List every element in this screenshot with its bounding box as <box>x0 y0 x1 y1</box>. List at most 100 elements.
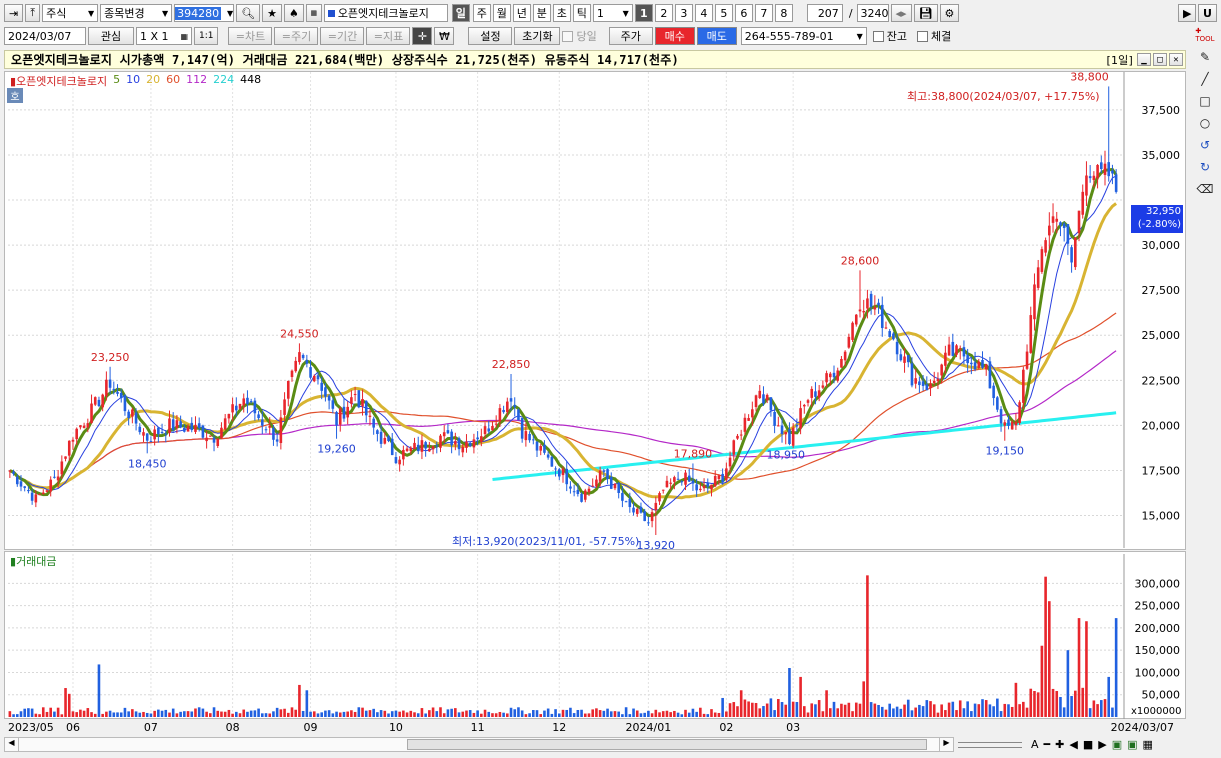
volume-bar <box>405 712 409 717</box>
volume-bar <box>45 711 49 717</box>
candle-body <box>38 494 41 496</box>
scroll-thumb[interactable] <box>407 739 927 750</box>
volume-bar <box>973 703 977 717</box>
user-button[interactable]: U <box>1198 4 1217 22</box>
candle-body <box>602 470 606 472</box>
export-icon[interactable]: ▣ <box>1127 738 1137 751</box>
volume-bar <box>8 711 12 717</box>
volume-bar <box>153 710 156 717</box>
bottom-scrollbar[interactable]: ◀ ▶ <box>4 737 954 752</box>
candle-body <box>64 456 67 459</box>
volume-bar <box>895 706 899 717</box>
volume-bar <box>932 704 936 717</box>
volume-bar <box>795 701 799 717</box>
plus-icon[interactable]: ✚ <box>1055 738 1064 751</box>
volume-bar <box>1085 621 1088 717</box>
candle-body <box>23 486 27 488</box>
volume-tick-label: 150,000 <box>1135 644 1181 657</box>
stop-icon[interactable]: ■ <box>1083 738 1093 751</box>
candle-body <box>93 397 97 405</box>
volume-bar <box>413 712 416 717</box>
candle-body <box>892 333 895 340</box>
volume-bar <box>854 702 858 717</box>
hoga-button[interactable]: 호 <box>7 88 23 103</box>
volume-bar <box>739 690 743 717</box>
eraser-icon[interactable]: ✎ <box>1193 46 1217 68</box>
volume-bar <box>892 708 895 717</box>
grid-icon[interactable]: ▦ <box>1143 738 1153 751</box>
volume-bar <box>546 708 550 717</box>
candle-body <box>532 439 535 441</box>
tool-menu-icon[interactable]: ✚ TOOL <box>1193 24 1217 46</box>
scroll-left-icon[interactable]: ◀ <box>5 738 19 751</box>
redo-icon[interactable]: ↻ <box>1193 156 1217 178</box>
font-a-icon[interactable]: A <box>1031 738 1039 751</box>
candle-body <box>817 390 821 398</box>
volume-bar <box>765 703 769 717</box>
candle-body <box>279 417 283 444</box>
candle-body <box>268 426 272 428</box>
volume-bar <box>1014 682 1018 717</box>
volume-bar <box>186 711 190 717</box>
volume-bar <box>587 713 591 717</box>
volume-bar <box>877 704 880 717</box>
volume-bar <box>617 711 620 717</box>
volume-bar <box>1107 676 1111 717</box>
volume-bar <box>450 708 453 717</box>
volume-bar <box>209 713 212 717</box>
volume-bar <box>491 713 494 717</box>
volume-bar <box>157 709 160 717</box>
volume-bar <box>175 713 179 717</box>
candle-body <box>290 370 294 377</box>
candle-body <box>387 436 390 441</box>
volume-bar <box>843 704 847 717</box>
next-icon[interactable]: ▶ <box>1098 738 1106 751</box>
rectangle-tool-icon[interactable]: □ <box>1193 90 1217 112</box>
candle-body <box>119 392 123 399</box>
minus-icon[interactable]: ━ <box>1044 738 1051 751</box>
candle-body <box>992 385 995 399</box>
volume-bar <box>1081 687 1085 717</box>
excel-icon[interactable]: ▣ <box>1112 738 1122 751</box>
candle-body <box>30 492 34 501</box>
volume-bar <box>517 707 520 717</box>
volume-bar <box>509 707 513 717</box>
volume-bar <box>635 710 639 717</box>
candle-body <box>554 468 557 470</box>
volume-bar <box>231 713 234 717</box>
volume-bar <box>320 712 323 717</box>
volume-bar <box>621 714 624 717</box>
volume-tick-label: 100,000 <box>1135 666 1181 679</box>
volume-bar <box>1099 700 1103 717</box>
volume-bar <box>398 711 401 717</box>
volume-bar <box>914 707 917 717</box>
volume-bar <box>12 714 15 717</box>
zoom-slider[interactable] <box>958 741 1022 748</box>
volume-bar <box>710 709 713 717</box>
candle-body <box>1014 422 1018 426</box>
volume-unit-label: x1000000 <box>1131 706 1182 717</box>
clear-all-icon[interactable]: ⌫ <box>1193 178 1217 200</box>
candle-body <box>955 345 958 355</box>
candle-body <box>1044 240 1047 253</box>
undo-icon[interactable]: ↺ <box>1193 134 1217 156</box>
candle-body <box>316 375 320 380</box>
candle-body <box>680 481 684 483</box>
current-price-value: 32,950 <box>1146 206 1181 217</box>
peak-label: 19,150 <box>986 445 1025 458</box>
volume-bar <box>725 711 728 717</box>
prev-icon[interactable]: ◀ <box>1069 738 1077 751</box>
candle-body <box>1040 249 1044 272</box>
candle-body <box>71 439 75 442</box>
scroll-right-icon[interactable]: ▶ <box>939 738 953 751</box>
circle-tool-icon[interactable]: ○ <box>1193 112 1217 134</box>
volume-bar <box>539 714 543 717</box>
line-tool-icon[interactable]: ╱ <box>1193 68 1217 90</box>
volume-bar <box>947 702 951 717</box>
volume-bar <box>279 709 283 717</box>
candle-body <box>1029 315 1033 353</box>
candle-body <box>431 446 435 450</box>
volume-bar <box>331 713 335 717</box>
candle-body <box>86 423 90 428</box>
volume-bar <box>454 708 457 717</box>
